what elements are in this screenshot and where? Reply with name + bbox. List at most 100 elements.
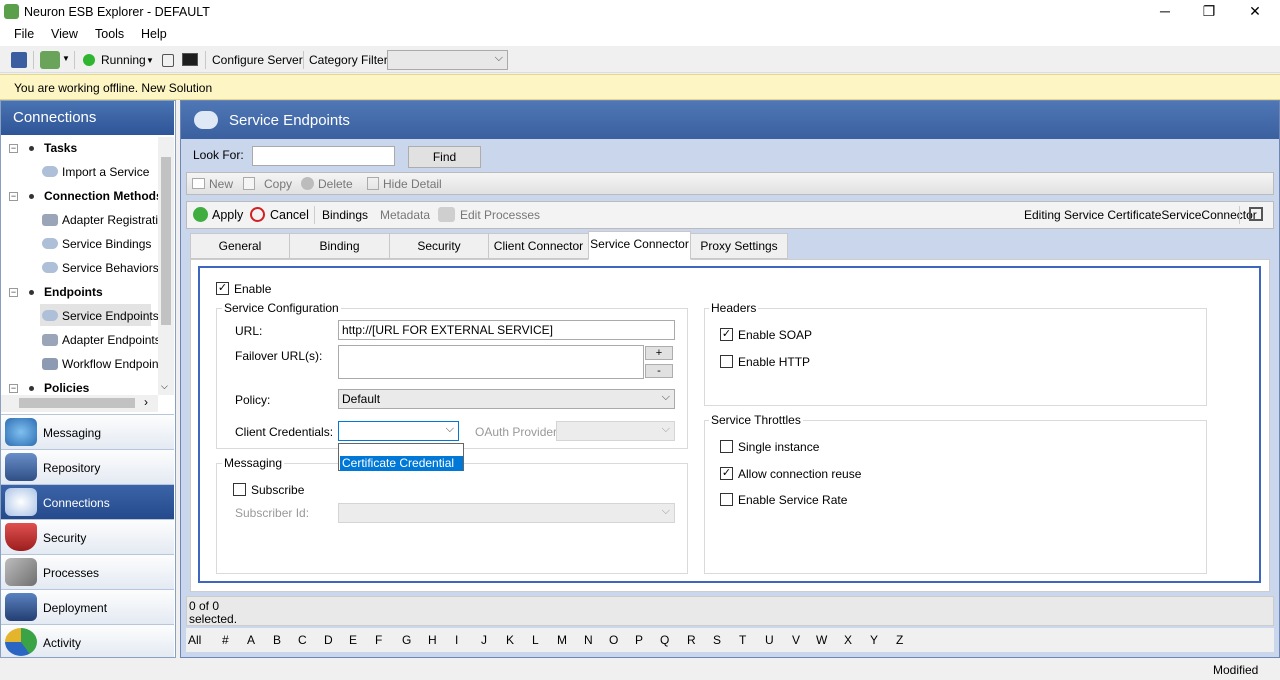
alpha-r[interactable]: R	[687, 633, 696, 647]
collapse-toggle[interactable]: −	[9, 288, 18, 297]
running-status-label[interactable]: Running	[101, 53, 146, 67]
alpha-e[interactable]: E	[349, 633, 357, 647]
tree-service-endpoints[interactable]: Service Endpoints	[62, 309, 159, 323]
info-icon[interactable]	[162, 54, 174, 67]
alpha-w[interactable]: W	[816, 633, 827, 647]
hide-detail-button[interactable]: Hide Detail	[383, 177, 442, 191]
save-icon[interactable]	[11, 52, 27, 68]
nav-messaging[interactable]: Messaging	[1, 414, 174, 449]
close-button[interactable]: ✕	[1232, 0, 1278, 24]
nav-deployment[interactable]: Deployment	[1, 589, 174, 624]
tree-endpoints[interactable]: Endpoints	[44, 285, 103, 299]
alpha-y[interactable]: Y	[870, 633, 878, 647]
tree-workflow-endpoints[interactable]: Workflow Endpoints	[62, 357, 168, 371]
nav-processes[interactable]: Processes	[1, 554, 174, 589]
alpha-k[interactable]: K	[506, 633, 514, 647]
tree-vertical-scrollbar[interactable]: ⌵	[158, 137, 174, 395]
oauth-provider-select[interactable]: ⌵	[556, 421, 675, 441]
alpha-n[interactable]: N	[584, 633, 593, 647]
alpha-c[interactable]: C	[298, 633, 307, 647]
nav-repository[interactable]: Repository	[1, 449, 174, 484]
new-button[interactable]: New	[209, 177, 233, 191]
alpha-j[interactable]: J	[481, 633, 487, 647]
metadata-button[interactable]: Metadata	[380, 208, 430, 222]
look-for-input[interactable]	[252, 146, 395, 166]
failover-url-list[interactable]	[338, 345, 644, 379]
bindings-button[interactable]: Bindings	[322, 208, 368, 222]
alpha-o[interactable]: O	[609, 633, 618, 647]
enable-soap-checkbox[interactable]: ✓	[720, 328, 733, 341]
alpha-b[interactable]: B	[273, 633, 281, 647]
alpha-s[interactable]: S	[713, 633, 721, 647]
alpha-p[interactable]: P	[635, 633, 643, 647]
alpha-h[interactable]: H	[428, 633, 437, 647]
single-instance-checkbox[interactable]	[720, 440, 733, 453]
nav-activity[interactable]: Activity	[1, 624, 174, 657]
tab-client-connector[interactable]: Client Connector	[488, 233, 589, 259]
nav-connections[interactable]: Connections	[1, 484, 174, 519]
copy-button[interactable]: Copy	[264, 177, 292, 191]
alpha-hash[interactable]: #	[222, 633, 229, 647]
maximize-detail-icon[interactable]	[1249, 207, 1263, 221]
tree-service-bindings[interactable]: Service Bindings	[62, 237, 151, 251]
alpha-z[interactable]: Z	[896, 633, 903, 647]
tree-adapter-endpoints[interactable]: Adapter Endpoints	[62, 333, 161, 347]
alpha-l[interactable]: L	[532, 633, 539, 647]
menu-view[interactable]: View	[51, 27, 78, 41]
chevron-down-icon[interactable]: ▼	[146, 56, 154, 65]
policy-select[interactable]: Default ⌵	[338, 389, 675, 409]
alpha-i[interactable]: I	[455, 633, 458, 647]
subscribe-checkbox[interactable]	[233, 483, 246, 496]
maximize-button[interactable]: ❐	[1186, 0, 1232, 24]
tab-binding[interactable]: Binding	[289, 233, 390, 259]
url-input[interactable]	[338, 320, 675, 340]
alpha-d[interactable]: D	[324, 633, 333, 647]
find-button[interactable]: Find	[408, 146, 481, 168]
allow-connection-reuse-checkbox[interactable]: ✓	[720, 467, 733, 480]
cancel-button[interactable]: Cancel	[270, 208, 309, 222]
configure-server-button[interactable]: Configure Server	[212, 53, 303, 67]
collapse-toggle[interactable]: −	[9, 144, 18, 153]
collapse-toggle[interactable]: −	[9, 384, 18, 393]
tree-horizontal-scrollbar[interactable]: ›	[1, 395, 158, 412]
tab-security[interactable]: Security	[389, 233, 489, 259]
alpha-q[interactable]: Q	[660, 633, 669, 647]
remove-failover-button[interactable]: -	[645, 364, 673, 378]
alpha-t[interactable]: T	[739, 633, 746, 647]
menu-tools[interactable]: Tools	[95, 27, 124, 41]
tree-service-behaviors[interactable]: Service Behaviors	[62, 261, 159, 275]
enable-checkbox[interactable]: ✓	[216, 282, 229, 295]
enable-http-checkbox[interactable]	[720, 355, 733, 368]
subscriber-id-select[interactable]: ⌵	[338, 503, 675, 523]
add-failover-button[interactable]: +	[645, 346, 673, 360]
delete-button[interactable]: Delete	[318, 177, 353, 191]
nav-security[interactable]: Security	[1, 519, 174, 554]
tree-adapter-registrations[interactable]: Adapter Registratio	[62, 213, 165, 227]
collapse-toggle[interactable]: −	[9, 192, 18, 201]
minimize-button[interactable]: ─	[1142, 0, 1188, 24]
category-filter-select[interactable]: ⌵	[387, 50, 508, 70]
scrollbar-thumb[interactable]	[161, 157, 171, 325]
alpha-u[interactable]: U	[765, 633, 774, 647]
alpha-all[interactable]: All	[188, 633, 201, 647]
scrollbar-thumb[interactable]	[19, 398, 135, 408]
tab-service-connector[interactable]: Service Connector	[588, 231, 691, 260]
console-icon[interactable]	[182, 53, 198, 66]
menu-file[interactable]: File	[14, 27, 34, 41]
apply-button[interactable]: Apply	[212, 208, 243, 222]
client-credentials-select[interactable]: ⌵	[338, 421, 459, 441]
chevron-down-icon[interactable]: ▼	[62, 54, 70, 63]
tree-tasks[interactable]: Tasks	[44, 141, 77, 155]
tree-connection-methods[interactable]: Connection Methods	[44, 189, 163, 203]
enable-service-rate-checkbox[interactable]	[720, 493, 733, 506]
alpha-m[interactable]: M	[557, 633, 567, 647]
chevron-down-icon[interactable]: ⌵	[161, 381, 168, 392]
solution-icon[interactable]	[40, 51, 60, 69]
alpha-g[interactable]: G	[402, 633, 411, 647]
menu-help[interactable]: Help	[141, 27, 167, 41]
edit-processes-button[interactable]: Edit Processes	[460, 208, 540, 222]
tree-policies[interactable]: Policies	[44, 381, 89, 395]
alpha-x[interactable]: X	[844, 633, 852, 647]
tree-import-service[interactable]: Import a Service	[62, 165, 149, 179]
tab-proxy-settings[interactable]: Proxy Settings	[690, 233, 788, 259]
